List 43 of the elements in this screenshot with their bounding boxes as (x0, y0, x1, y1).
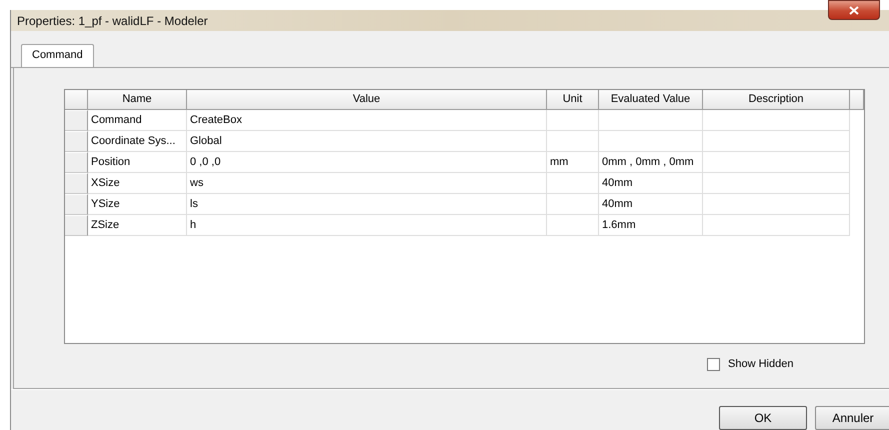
column-header[interactable]: Unit (547, 90, 599, 110)
table-cell: 1.6mm (599, 214, 703, 236)
table-cell: ls (187, 194, 547, 214)
table-cell: YSize (88, 194, 187, 214)
table-cell: mm (547, 152, 599, 172)
row-header-corner (65, 90, 88, 110)
table-cell: h (187, 214, 547, 236)
tab[interactable]: Command (21, 44, 94, 66)
table-cell (547, 110, 599, 130)
column-header[interactable]: Description (703, 90, 850, 110)
checkbox[interactable] (707, 358, 720, 370)
table-cell: Global (187, 130, 547, 152)
close-button[interactable] (828, 0, 880, 20)
table-cell: ZSize (88, 214, 187, 236)
table-cell (547, 130, 599, 152)
column-header[interactable]: Value (187, 90, 547, 110)
table-cell (547, 214, 599, 236)
table-cell: 40mm (599, 172, 703, 194)
table-cell: 0 ,0 ,0 (187, 152, 547, 172)
column-header-filler (850, 90, 864, 110)
column-header[interactable]: Name (88, 90, 187, 110)
row-header[interactable] (65, 214, 88, 236)
row-header[interactable] (65, 152, 88, 172)
ok-button[interactable]: OK (719, 406, 807, 430)
close-icon (849, 6, 859, 14)
table-cell: CreateBox (187, 110, 547, 130)
cancel-button[interactable]: Annuler (815, 406, 889, 430)
table-cell: Coordinate Sys... (88, 130, 187, 152)
row-header[interactable] (65, 130, 88, 152)
row-header[interactable] (65, 172, 88, 194)
column-header[interactable]: Evaluated Value (599, 90, 703, 110)
table-cell (547, 172, 599, 194)
table-cell: XSize (88, 172, 187, 194)
table-cell: 40mm (599, 194, 703, 214)
table-cell: Command (88, 110, 187, 130)
row-header[interactable] (65, 194, 88, 214)
window-title: Properties: 1_pf - walidLF - Modeler (17, 14, 208, 28)
table-cell: ws (187, 172, 547, 194)
table-cell: Position (88, 152, 187, 172)
table-cell: 0mm , 0mm , 0mm (599, 152, 703, 172)
show-hidden-checkbox[interactable]: Show Hidden (707, 358, 794, 370)
row-header[interactable] (65, 110, 88, 130)
table-cell (547, 194, 599, 214)
